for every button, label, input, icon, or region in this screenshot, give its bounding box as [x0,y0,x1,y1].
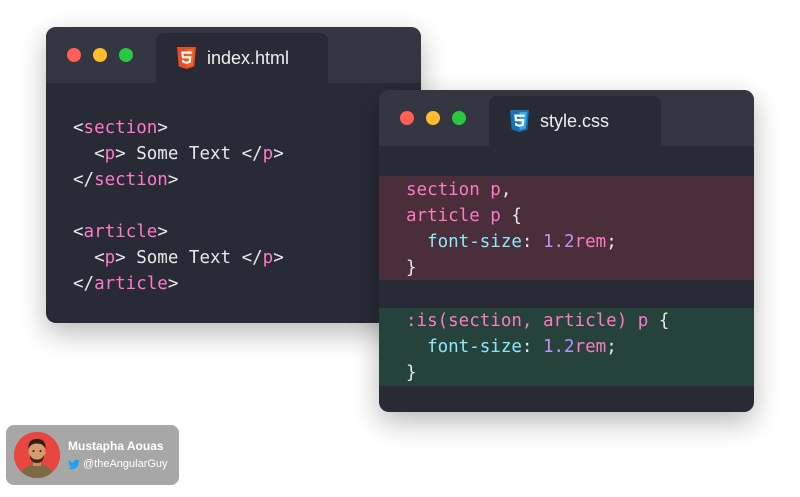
new-css-block: :is(section, article) p { font-size: 1.2… [379,308,754,386]
author-handle: @theAngularGuy [83,458,168,470]
code-line: } [406,360,754,386]
code-token: </ [73,170,95,190]
code-token: font-size [406,337,522,357]
code-token: < [73,144,105,164]
code-token: section p [406,180,501,200]
maximize-window-button[interactable] [119,48,133,62]
code-token: p [104,248,116,268]
code-token: < [73,118,84,138]
code-line: <p> Some Text </p> [73,245,421,271]
close-window-button[interactable] [67,48,81,62]
tab-style-css[interactable]: style.css [489,96,661,146]
code-token: 1.2 [542,232,575,252]
code-line: <article> [73,219,421,245]
css3-icon [510,110,529,132]
code-token: > Some Text </ [115,144,263,164]
code-token: { [648,311,670,331]
code-token: rem [574,337,607,357]
twitter-bird-icon [68,459,80,470]
code-line: font-size: 1.2rem; [406,334,754,360]
code-token: > [157,118,168,138]
code-token: font-size [406,232,522,252]
code-line: </article> [73,271,421,297]
code-token: :is(section, article) p [406,311,649,331]
code-token: p [262,144,274,164]
author-name: Mustapha Aouas [68,439,164,453]
code-token: > [167,170,179,190]
code-line: <section> [73,115,421,141]
avatar [14,432,60,478]
code-token: section [94,170,168,190]
code-token: , [500,180,512,200]
code-token: </ [73,274,95,294]
old-css-block: section p, article p { font-size: 1.2rem;… [379,176,754,280]
code-token: < [73,222,84,242]
close-window-button[interactable] [400,111,414,125]
tab-index-html[interactable]: index.html [156,33,328,83]
minimize-window-button[interactable] [93,48,107,62]
author-card: Mustapha Aouas @theAngularGuy [6,425,179,485]
maximize-window-button[interactable] [452,111,466,125]
html-code-area: <section> <p> Some Text </p> </section> <a… [46,115,421,297]
code-token: } [406,363,417,383]
code-token: : [521,337,543,357]
code-token: ; [606,337,617,357]
code-token: section [83,118,158,138]
html5-icon [177,47,196,69]
code-line: article p { [406,203,754,229]
code-token: article [83,222,158,242]
html-window-titlebar: index.html [46,27,421,83]
code-token: > [167,274,179,294]
code-token: rem [574,232,607,252]
code-token: article [94,274,168,294]
tab-label: style.css [540,111,610,131]
code-token: p [262,248,274,268]
css-window-titlebar: style.css [379,90,754,146]
code-token: > [273,144,284,164]
code-token: { [500,206,522,226]
code-line: :is(section, article) p { [406,308,754,334]
code-token: > [157,222,168,242]
code-token: : [521,232,543,252]
code-token: ; [606,232,617,252]
tab-label: index.html [207,48,290,68]
css-editor-window: style.css section p, article p { font-siz… [379,90,754,412]
code-line: section p, [406,177,754,203]
code-token: p [104,144,116,164]
code-line: </section> [73,167,421,193]
code-token: > Some Text </ [115,248,263,268]
code-line: <p> Some Text </p> [73,141,421,167]
html-editor-window: index.html <section> <p> Some Text </p> <… [46,27,421,323]
code-token: } [406,258,417,278]
minimize-window-button[interactable] [426,111,440,125]
code-token: 1.2 [542,337,575,357]
code-token: < [73,248,105,268]
code-token: article p [406,206,501,226]
code-line: } [406,255,754,281]
code-line: font-size: 1.2rem; [406,229,754,255]
code-token: > [273,248,284,268]
